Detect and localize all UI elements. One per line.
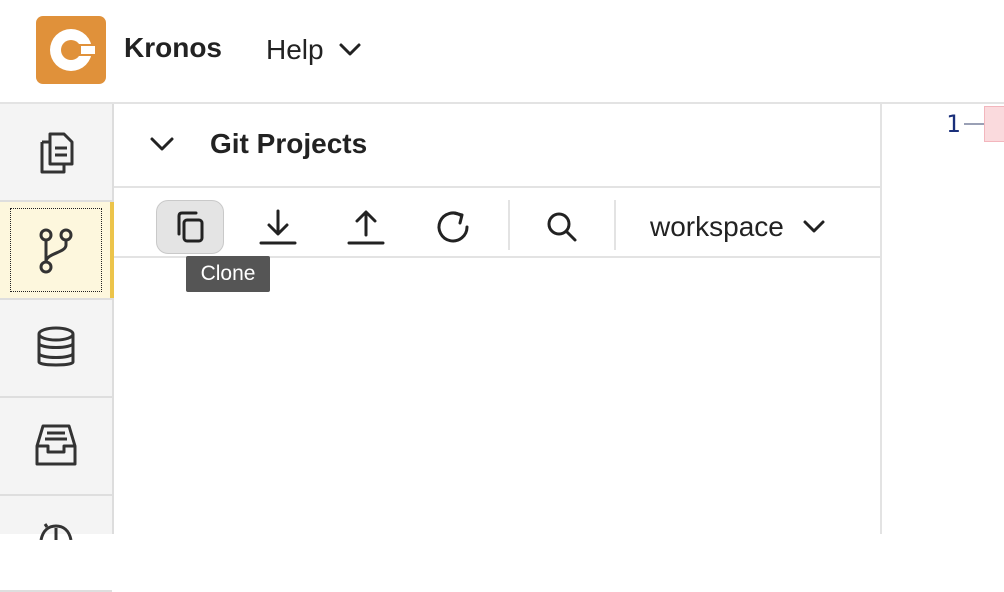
editor-pane[interactable]: 1 [880,104,1004,534]
toolbar-separator [508,200,510,250]
history-icon [39,523,73,540]
push-button[interactable] [332,200,400,254]
pull-button[interactable] [244,200,312,254]
git-projects-panel: Git Projects workspace Clone [114,104,880,534]
inbox-icon [35,424,77,466]
app-header: Kronos Help [0,0,1004,104]
panel-title: Git Projects [210,128,368,159]
activity-item-database[interactable] [0,300,112,398]
focus-ring [10,208,102,292]
help-menu-label: Help [266,34,324,65]
activity-item-inbox[interactable] [0,398,112,496]
chevron-down-icon[interactable] [148,132,176,156]
line-marker [984,106,1004,142]
clone-button[interactable] [156,200,224,254]
kronos-logo-icon[interactable] [36,16,106,84]
upload-icon [347,210,385,245]
app-name: Kronos [124,32,222,63]
workspace-select[interactable]: workspace [650,200,826,254]
line-number: 1 [946,110,961,138]
download-icon [259,209,297,245]
toolbar-separator [614,200,616,250]
workspace-label: workspace [650,211,784,242]
database-icon [37,326,75,367]
activity-item-git[interactable] [0,202,114,300]
activity-item-history[interactable] [0,496,112,592]
activity-item-documents[interactable] [0,104,112,202]
search-button[interactable] [528,200,596,254]
refresh-button[interactable] [420,200,488,254]
chevron-down-icon [339,43,361,56]
line-dash [964,123,984,125]
git-toolbar: workspace [114,188,880,258]
chevron-down-icon [803,220,825,233]
refresh-icon [437,211,469,243]
clone-tooltip: Clone [186,256,270,292]
search-icon [547,212,577,242]
help-menu[interactable]: Help [266,32,362,68]
clone-icon [177,211,204,243]
documents-icon [40,132,74,174]
panel-header: Git Projects [114,104,880,188]
activity-bar [0,104,114,592]
